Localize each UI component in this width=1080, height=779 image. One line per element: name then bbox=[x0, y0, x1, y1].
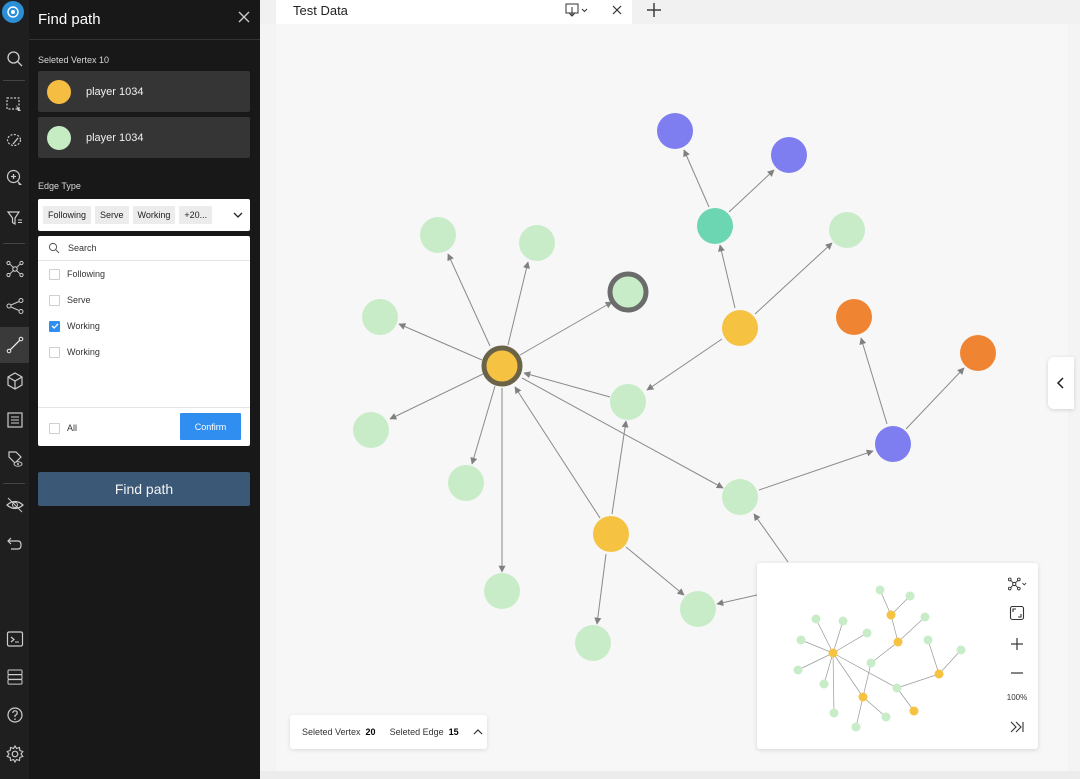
close-icon[interactable] bbox=[236, 9, 252, 25]
close-tab-icon[interactable] bbox=[611, 4, 623, 16]
confirm-button[interactable]: Confirm bbox=[180, 413, 241, 440]
bottom-strip bbox=[260, 771, 1080, 779]
dropdown-divider bbox=[38, 407, 250, 408]
left-toolbar bbox=[0, 0, 29, 779]
find-path-button[interactable]: Find path bbox=[38, 472, 250, 506]
download-icon[interactable] bbox=[565, 3, 591, 19]
edge-type-label: Edge Type bbox=[38, 181, 81, 191]
checkbox[interactable] bbox=[49, 294, 60, 306]
checkbox[interactable] bbox=[49, 346, 60, 358]
edge-type-tag[interactable]: Serve bbox=[95, 206, 129, 224]
selected-vertex-count: 20 bbox=[365, 727, 376, 737]
minimap-graph[interactable] bbox=[757, 563, 997, 749]
minimap-panel: 100% bbox=[757, 563, 1038, 749]
chevron-up-icon[interactable] bbox=[473, 728, 483, 736]
collapse-minimap-icon[interactable] bbox=[1007, 717, 1027, 737]
help-icon[interactable] bbox=[0, 700, 29, 730]
add-tab-icon[interactable] bbox=[646, 2, 662, 18]
panel-divider bbox=[29, 39, 260, 40]
terminal-icon[interactable] bbox=[0, 624, 29, 654]
cube-icon[interactable] bbox=[0, 366, 29, 396]
edge-type-tag-more[interactable]: +20... bbox=[179, 206, 213, 224]
selected-vertex-label: Seleted Vertex bbox=[302, 727, 361, 737]
selection-status-bar: Seleted Vertex 20 Seleted Edge 15 bbox=[290, 715, 487, 749]
vertex-color-dot bbox=[47, 79, 71, 104]
option-label: Working bbox=[67, 321, 100, 331]
toolbar-divider bbox=[3, 483, 25, 484]
dropdown-option[interactable]: Working bbox=[49, 345, 100, 359]
database-icon[interactable] bbox=[0, 662, 29, 692]
checkbox[interactable] bbox=[49, 268, 60, 280]
option-label: Serve bbox=[67, 295, 91, 305]
find-path-panel: Find path Seleted Vertex 10 player 1034 … bbox=[29, 0, 260, 779]
dropdown-option[interactable]: Following bbox=[49, 267, 105, 281]
chevron-down-icon[interactable] bbox=[232, 209, 244, 221]
tag-eye-icon[interactable] bbox=[0, 444, 29, 474]
zoom-level: 100% bbox=[1006, 693, 1028, 702]
share-icon[interactable] bbox=[0, 291, 29, 321]
tab-bar: Test Data bbox=[260, 0, 1080, 24]
checkbox-checked[interactable] bbox=[49, 320, 60, 332]
tab-title: Test Data bbox=[293, 3, 348, 18]
panel-title: Find path bbox=[38, 11, 101, 28]
dropdown-option[interactable]: Serve bbox=[49, 293, 91, 307]
selected-vertex-card[interactable]: player 1034 bbox=[38, 117, 250, 158]
app-root: Find path Seleted Vertex 10 player 1034 … bbox=[0, 0, 1080, 779]
toolbar-divider bbox=[3, 243, 25, 244]
dropdown-option[interactable]: Working bbox=[49, 319, 100, 333]
select-all-option[interactable]: All bbox=[49, 421, 77, 435]
option-label: Working bbox=[67, 347, 100, 357]
search-icon[interactable] bbox=[0, 44, 29, 74]
zoom-in-icon[interactable] bbox=[1007, 634, 1027, 654]
chevron-left-icon bbox=[1056, 377, 1064, 389]
check-icon bbox=[51, 323, 58, 329]
layout-icon[interactable] bbox=[1007, 574, 1027, 594]
edge-type-dropdown: Search Following Serve Working Working A… bbox=[38, 236, 250, 446]
search-icon bbox=[48, 242, 60, 254]
edge-type-tag[interactable]: Working bbox=[132, 206, 176, 224]
filter-icon[interactable] bbox=[0, 203, 29, 233]
selected-edge-count: 15 bbox=[448, 727, 459, 737]
vertex-name: player 1034 bbox=[86, 131, 144, 144]
selected-vertex-label: Seleted Vertex 10 bbox=[38, 55, 110, 65]
option-label: All bbox=[67, 423, 78, 433]
zoom-out-icon[interactable] bbox=[1007, 663, 1027, 683]
vertex-name: player 1034 bbox=[86, 85, 144, 98]
checkbox[interactable] bbox=[49, 422, 60, 434]
visibility-icon[interactable] bbox=[0, 490, 29, 520]
graph-layout-icon[interactable] bbox=[0, 254, 29, 284]
undo-icon[interactable] bbox=[0, 529, 29, 559]
rect-select-icon[interactable] bbox=[0, 90, 29, 120]
option-label: Following bbox=[67, 269, 106, 279]
selected-vertex-card[interactable]: player 1034 bbox=[38, 71, 250, 112]
dropdown-search[interactable]: Search bbox=[38, 236, 250, 261]
lasso-select-icon[interactable] bbox=[0, 126, 29, 156]
tab-test-data[interactable]: Test Data bbox=[276, 0, 632, 24]
selected-edge-label: Seleted Edge bbox=[389, 727, 444, 737]
zoom-select-icon[interactable] bbox=[0, 163, 29, 193]
edge-type-select[interactable]: Following Serve Working +20... bbox=[38, 199, 250, 231]
settings-icon[interactable] bbox=[0, 739, 29, 769]
vertex-color-dot bbox=[47, 125, 71, 150]
logo-icon[interactable] bbox=[2, 1, 24, 23]
toolbar-divider bbox=[3, 80, 25, 81]
expand-panel-button[interactable] bbox=[1048, 357, 1074, 409]
path-icon[interactable] bbox=[0, 327, 29, 363]
list-icon[interactable] bbox=[0, 405, 29, 435]
edge-type-tag[interactable]: Following bbox=[43, 206, 92, 224]
fit-view-icon[interactable] bbox=[1007, 603, 1027, 623]
search-input[interactable]: Search bbox=[68, 243, 97, 253]
